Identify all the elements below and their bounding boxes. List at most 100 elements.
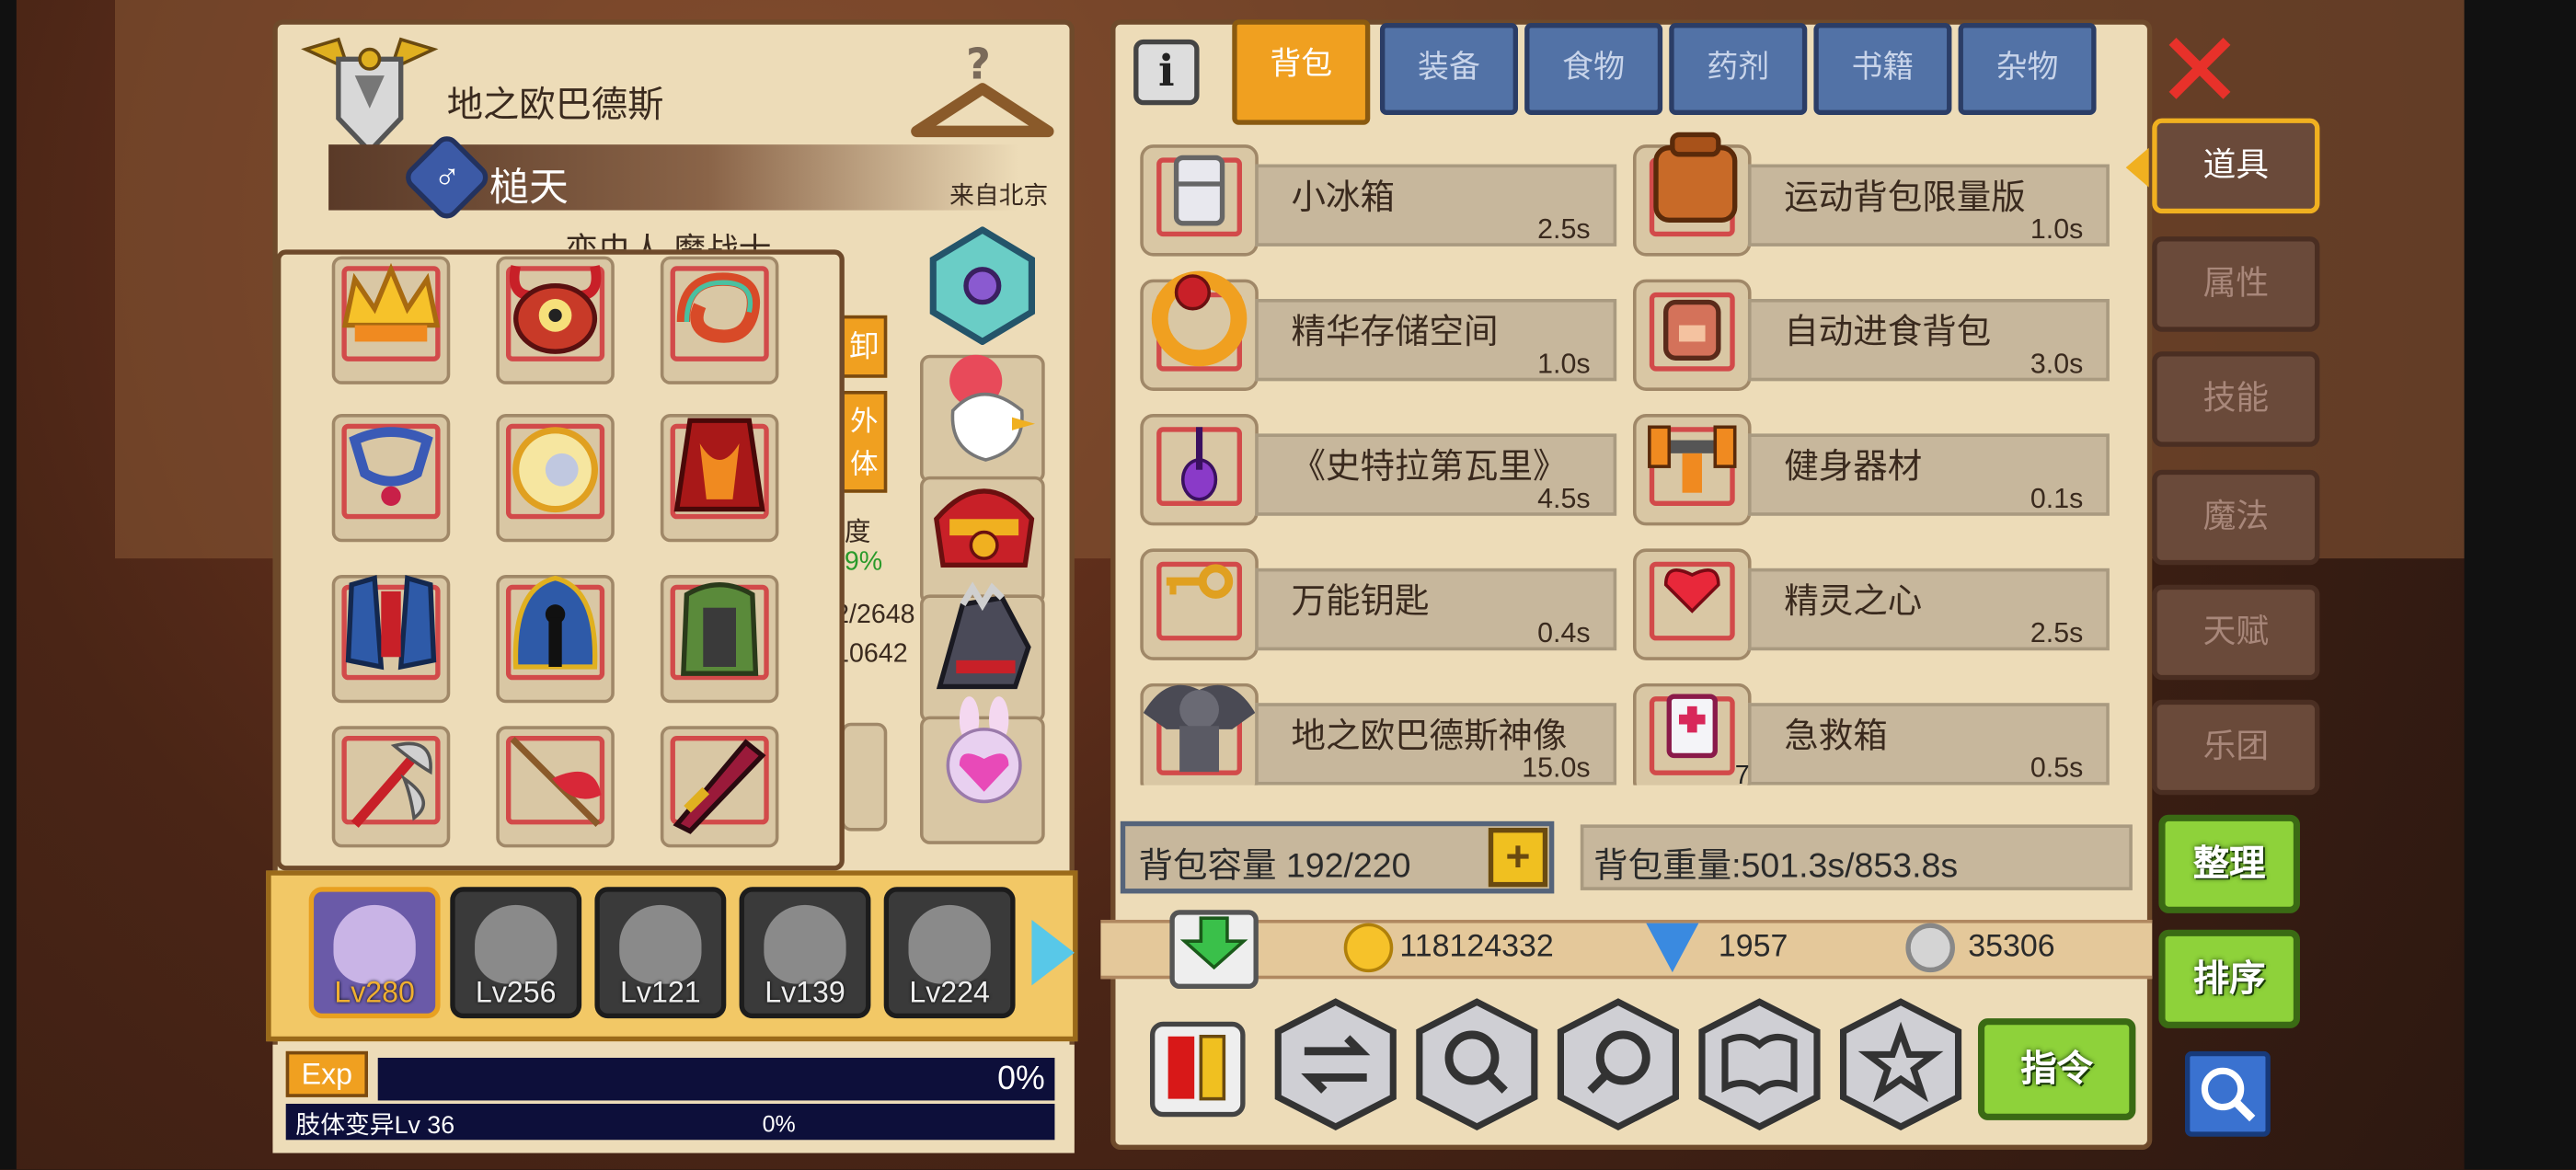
- character-portrait: [475, 904, 558, 984]
- side-tab-attributes[interactable]: 属性: [2152, 236, 2320, 332]
- party-member-level: Lv256: [475, 975, 557, 1009]
- item-weight: 15.0s: [1522, 751, 1591, 784]
- item-weight: 1.0s: [2030, 213, 2084, 246]
- organize-button[interactable]: 整理: [2158, 814, 2300, 913]
- tab-books[interactable]: 书籍: [1813, 22, 1952, 115]
- item-name: 自动进食背包: [1784, 314, 1992, 352]
- inventory-item[interactable]: 健身器材 0.1s: [1632, 413, 2110, 526]
- stat-peek-4: 10642: [834, 640, 908, 669]
- character-class: 恋虫人 魔战士: [565, 224, 771, 250]
- search-magnifier-icon[interactable]: [1413, 995, 1541, 1133]
- party-member-2[interactable]: Lv256: [450, 887, 582, 1019]
- item-weight: 2.5s: [2030, 617, 2084, 649]
- screen-edge-left: [0, 0, 17, 1170]
- item-name: 运动背包限量版: [1784, 178, 2026, 217]
- search-button[interactable]: [2184, 1050, 2271, 1137]
- wardrobe-hanger-icon[interactable]: ?: [907, 40, 1058, 144]
- side-tab-band[interactable]: 乐团: [2152, 699, 2320, 796]
- gold-coin-icon: [1343, 923, 1394, 973]
- inventory-item[interactable]: 万能钥匙 0.4s: [1140, 548, 1617, 660]
- inventory-item[interactable]: 急救箱 0.5s 7: [1632, 682, 2110, 786]
- bunny-heart-charm-icon: [946, 696, 1022, 804]
- star-icon[interactable]: [1836, 995, 1964, 1133]
- party-member-level: Lv280: [334, 975, 415, 1009]
- inventory-item[interactable]: 运动背包限量版 1.0s: [1632, 132, 2110, 257]
- character-portrait: [333, 904, 416, 984]
- equip-slot-partial[interactable]: [841, 722, 888, 832]
- inventory-item[interactable]: 自动进食背包 3.0s: [1632, 279, 2110, 391]
- inventory-item[interactable]: 小冰箱 2.5s: [1140, 144, 1617, 257]
- quick-slot-button[interactable]: [1149, 1021, 1246, 1118]
- item-weight: 4.5s: [1537, 482, 1591, 514]
- limb-mutation-percent: 0%: [762, 1110, 796, 1137]
- backpack-weight: 背包重量:501.3s/853.8s: [1580, 824, 2133, 890]
- side-tab-talents[interactable]: 天赋: [2152, 584, 2320, 681]
- zoom-icon[interactable]: [1554, 995, 1682, 1133]
- tab-misc[interactable]: 杂物: [1958, 22, 2097, 115]
- statue-icon: [1143, 684, 1256, 773]
- exp-bar: 0%: [377, 1057, 1055, 1101]
- expand-capacity-button[interactable]: +: [1488, 827, 1548, 888]
- party-member-1[interactable]: Lv280: [308, 887, 441, 1019]
- blue-necklace-icon: [349, 427, 433, 506]
- info-button[interactable]: i: [1133, 39, 1200, 106]
- command-button[interactable]: 指令: [1977, 1018, 2136, 1120]
- tab-potions[interactable]: 药剂: [1669, 22, 1808, 115]
- svg-text:?: ?: [966, 40, 991, 89]
- item-weight: 0.1s: [2030, 482, 2084, 514]
- heart-icon: [1663, 568, 1720, 614]
- party-member-4[interactable]: Lv139: [739, 887, 871, 1019]
- side-tab-magic[interactable]: 魔法: [2152, 469, 2320, 566]
- item-name: 《史特拉第瓦里》: [1291, 448, 1568, 487]
- inventory-item[interactable]: 精华存储空间 1.0s: [1140, 270, 1617, 391]
- exp-percent: 0%: [997, 1061, 1045, 1097]
- character-title: 地之欧巴德斯: [446, 84, 664, 125]
- item-name: 小冰箱: [1291, 178, 1396, 217]
- rooster-pet-icon: [949, 354, 1035, 462]
- blue-armor-icon: [345, 575, 437, 671]
- side-tab-skills[interactable]: 技能: [2152, 351, 2320, 447]
- player-origin: 来自北京: [949, 182, 1049, 211]
- party-member-3[interactable]: Lv121: [594, 887, 727, 1019]
- download-button[interactable]: [1169, 910, 1259, 989]
- party-member-5[interactable]: Lv224: [883, 887, 1016, 1019]
- silver-amount: 35306: [1968, 929, 2055, 965]
- feather-spear-icon: [510, 737, 602, 827]
- inventory-item[interactable]: 精灵之心 2.5s: [1632, 548, 2110, 660]
- inventory-item[interactable]: 《史特拉第瓦里》 4.5s: [1140, 413, 1617, 526]
- inventory-item[interactable]: 地之欧巴德斯神像 15.0s: [1140, 682, 1617, 786]
- tab-equipment[interactable]: 装备: [1379, 22, 1518, 115]
- gem-amount: 1957: [1718, 929, 1788, 965]
- sort-button[interactable]: 排序: [2158, 929, 2300, 1028]
- item-count: 7: [1734, 762, 1750, 786]
- appearance-button[interactable]: 外体: [841, 390, 888, 493]
- party-member-level: Lv121: [620, 975, 701, 1009]
- item-name: 健身器材: [1784, 448, 1923, 487]
- side-tab-items[interactable]: 道具: [2152, 118, 2320, 214]
- download-arrow-icon: [1179, 916, 1248, 970]
- close-icon[interactable]: ✕: [2156, 18, 2244, 123]
- small-backpack-icon: [1663, 299, 1721, 361]
- tab-backpack[interactable]: 背包: [1232, 19, 1371, 125]
- screen-edge-right: [2464, 0, 2576, 1170]
- emblem-icon[interactable]: [926, 226, 1038, 345]
- item-name: 精灵之心: [1784, 582, 1923, 621]
- active-side-tab-arrow-icon: [2125, 147, 2149, 188]
- swap-icon[interactable]: [1271, 995, 1399, 1133]
- tab-food[interactable]: 食物: [1524, 22, 1663, 115]
- party-next-arrow-icon[interactable]: [1031, 919, 1075, 986]
- backpack-icon: [1653, 132, 1738, 223]
- battle-axe-icon: [351, 741, 432, 828]
- capacity-text: 背包容量 192/220: [1138, 847, 1411, 886]
- limb-mutation-label: 肢体变异Lv 36: [295, 1111, 455, 1141]
- unequip-button[interactable]: 卸: [841, 315, 888, 378]
- limb-mutation-bar: 肢体变异Lv 36 0%: [285, 1103, 1055, 1141]
- rank-badge-icon: [301, 37, 439, 155]
- key-icon: [1166, 564, 1234, 599]
- character-portrait: [619, 904, 702, 984]
- party-member-level: Lv224: [909, 975, 990, 1009]
- crimson-blade-icon: [673, 739, 766, 834]
- book-icon[interactable]: [1696, 995, 1823, 1133]
- item-weight: 0.4s: [1537, 617, 1591, 649]
- golden-crown-icon: [341, 262, 441, 342]
